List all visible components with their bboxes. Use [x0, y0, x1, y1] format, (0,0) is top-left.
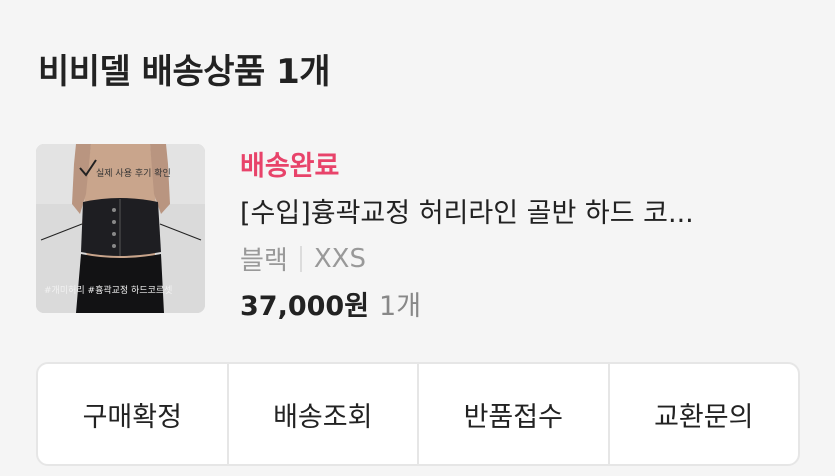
section-title: 비비델 배송상품 1개 — [38, 52, 331, 92]
option-divider — [299, 245, 302, 272]
thumbnail-caption-bottom: #개미허리 #흉곽교정 하드코르셋 — [44, 286, 173, 296]
product-price: 37,000원 — [240, 291, 370, 322]
option-color: 블랙 — [240, 246, 288, 276]
product-quantity: 1개 — [379, 291, 422, 322]
product-options: 블랙 XXS — [240, 240, 366, 277]
track-delivery-button[interactable]: 배송조회 — [229, 364, 419, 464]
confirm-purchase-button[interactable]: 구매확정 — [38, 364, 229, 464]
request-return-button[interactable]: 반품접수 — [419, 364, 610, 464]
product-thumbnail[interactable]: 실제 사용 후기 확인 #개미허리 #흉곽교정 하드코르셋 — [36, 144, 205, 313]
delivery-status: 배송완료 — [240, 151, 340, 182]
exchange-inquiry-button[interactable]: 교환문의 — [610, 364, 799, 464]
price-row: 37,000원 1개 — [240, 284, 421, 323]
order-delivery-page: 비비델 배송상품 1개 실제 사용 후기 확인 #개미허리 #흉곽교정 하드코르… — [0, 0, 835, 476]
order-action-buttons: 구매확정 배송조회 반품접수 교환문의 — [36, 362, 800, 466]
thumbnail-caption-top: 실제 사용 후기 확인 — [96, 169, 171, 179]
option-size: XXS — [313, 243, 366, 274]
product-name[interactable]: [수입]흉곽교정 허리라인 골반 하드 코... — [240, 191, 780, 230]
